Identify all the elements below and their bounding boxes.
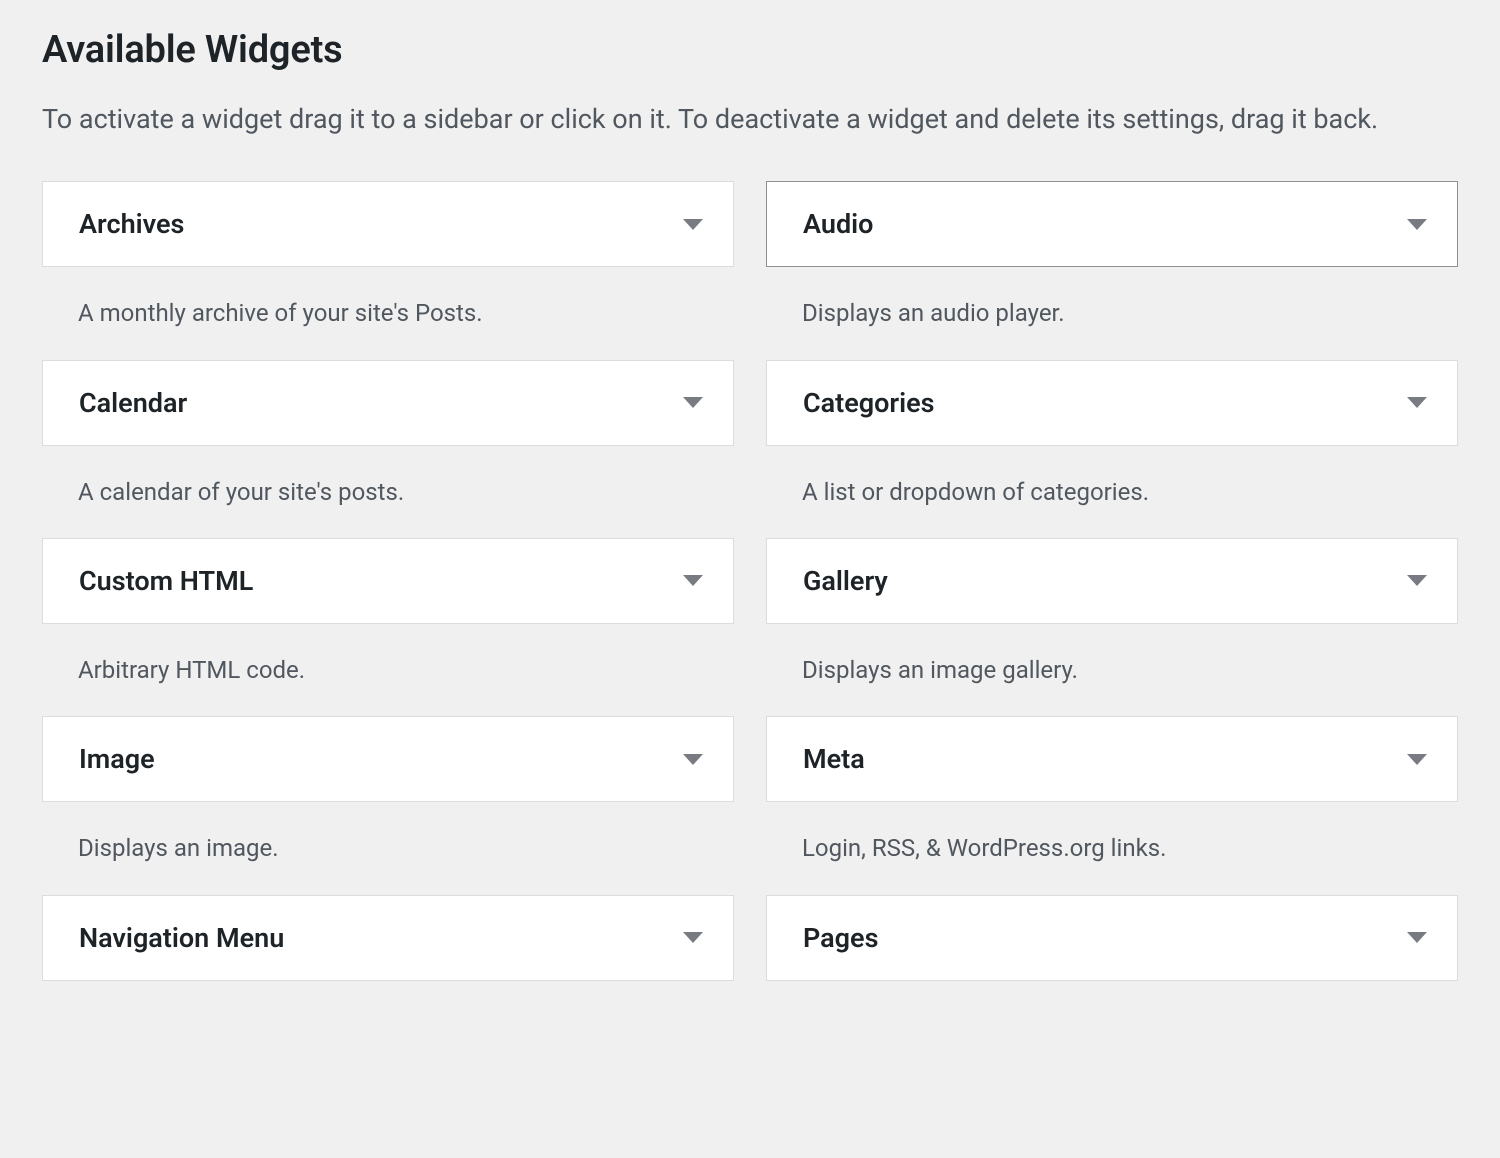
caret-down-icon <box>1407 219 1427 230</box>
widget-header[interactable]: Meta <box>766 716 1458 802</box>
available-widgets-panel: Available Widgets To activate a widget d… <box>0 0 1500 981</box>
widget-description: A calendar of your site's posts. <box>42 446 734 538</box>
widget-description: A monthly archive of your site's Posts. <box>42 267 734 359</box>
caret-down-icon <box>1407 932 1427 943</box>
caret-down-icon <box>683 754 703 765</box>
widget-item: Categories A list or dropdown of categori… <box>766 360 1458 538</box>
widget-title: Audio <box>803 208 873 240</box>
caret-down-icon <box>683 219 703 230</box>
widget-item: Audio Displays an audio player. <box>766 181 1458 359</box>
widget-title: Meta <box>803 743 865 775</box>
widget-title: Custom HTML <box>79 565 253 597</box>
widget-item: Custom HTML Arbitrary HTML code. <box>42 538 734 716</box>
widget-description: Login, RSS, & WordPress.org links. <box>766 802 1458 894</box>
widget-title: Image <box>79 743 155 775</box>
widget-header[interactable]: Gallery <box>766 538 1458 624</box>
widget-title: Navigation Menu <box>79 922 284 954</box>
widgets-grid: Archives A monthly archive of your site's… <box>42 181 1458 981</box>
widget-item: Archives A monthly archive of your site's… <box>42 181 734 359</box>
widget-item: Pages <box>766 895 1458 981</box>
widget-description: Displays an audio player. <box>766 267 1458 359</box>
widget-item: Calendar A calendar of your site's posts. <box>42 360 734 538</box>
widget-header[interactable]: Image <box>42 716 734 802</box>
widget-description: A list or dropdown of categories. <box>766 446 1458 538</box>
widget-item: Navigation Menu <box>42 895 734 981</box>
widget-header[interactable]: Custom HTML <box>42 538 734 624</box>
widget-title: Gallery <box>803 565 888 597</box>
widget-header[interactable]: Pages <box>766 895 1458 981</box>
page-description: To activate a widget drag it to a sideba… <box>42 100 1422 139</box>
widget-header[interactable]: Navigation Menu <box>42 895 734 981</box>
caret-down-icon <box>1407 754 1427 765</box>
widget-title: Categories <box>803 387 935 419</box>
widget-header[interactable]: Audio <box>766 181 1458 267</box>
widget-header[interactable]: Calendar <box>42 360 734 446</box>
widget-item: Meta Login, RSS, & WordPress.org links. <box>766 716 1458 894</box>
page-title: Available Widgets <box>42 28 1458 72</box>
widget-header[interactable]: Categories <box>766 360 1458 446</box>
caret-down-icon <box>1407 397 1427 408</box>
widget-description: Arbitrary HTML code. <box>42 624 734 716</box>
caret-down-icon <box>683 575 703 586</box>
widget-header[interactable]: Archives <box>42 181 734 267</box>
widget-title: Archives <box>79 208 184 240</box>
widget-title: Calendar <box>79 387 187 419</box>
widget-item: Image Displays an image. <box>42 716 734 894</box>
widget-item: Gallery Displays an image gallery. <box>766 538 1458 716</box>
caret-down-icon <box>1407 575 1427 586</box>
caret-down-icon <box>683 397 703 408</box>
widget-description: Displays an image gallery. <box>766 624 1458 716</box>
caret-down-icon <box>683 932 703 943</box>
widget-title: Pages <box>803 922 878 954</box>
widget-description: Displays an image. <box>42 802 734 894</box>
